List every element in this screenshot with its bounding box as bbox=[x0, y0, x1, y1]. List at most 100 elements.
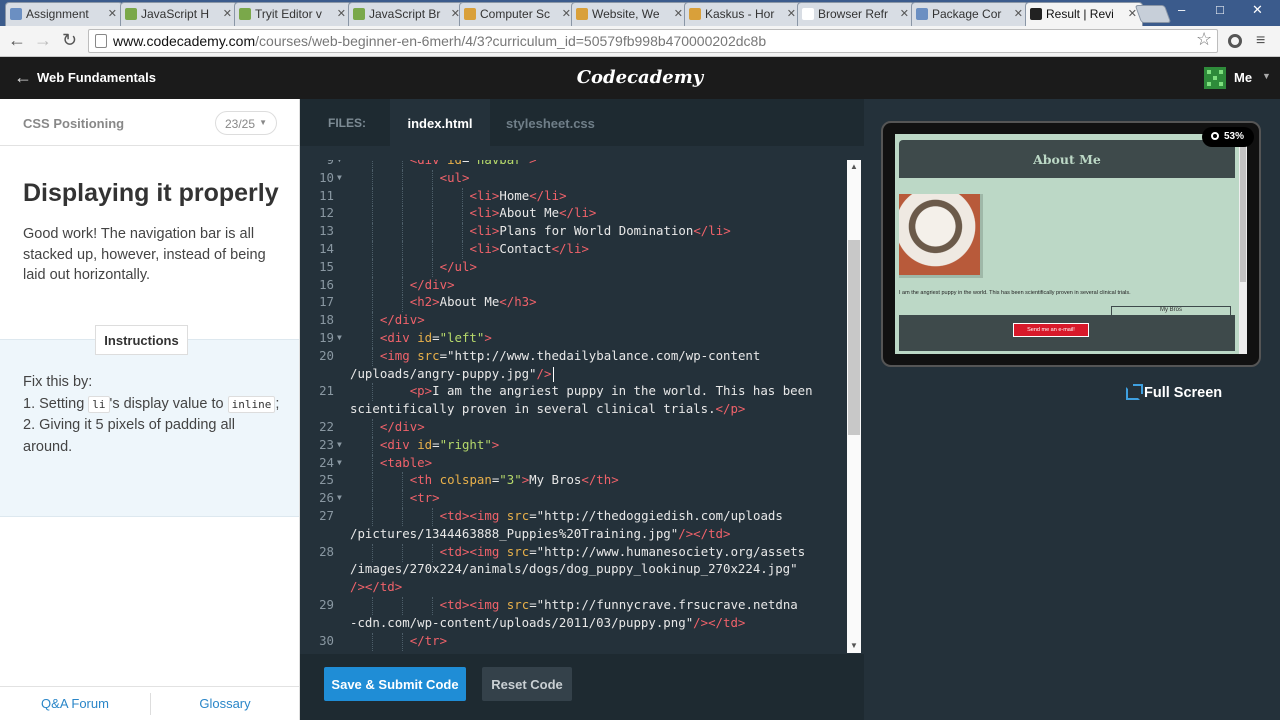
fold-arrow-icon[interactable]: ▼ bbox=[337, 493, 342, 502]
line-number: 21 bbox=[319, 383, 334, 399]
code-line[interactable]: 20 <img src="http://www.thedailybalance.c… bbox=[300, 347, 847, 366]
close-tab-icon[interactable]: ✕ bbox=[562, 7, 571, 20]
code-line[interactable]: scientifically proven in several clinica… bbox=[300, 401, 847, 419]
code-line[interactable]: 26 ▼ <tr> bbox=[300, 490, 847, 509]
browser-tab[interactable]: Browser Refr ✕ bbox=[797, 2, 915, 26]
fold-arrow-icon[interactable]: ▼ bbox=[337, 333, 342, 342]
close-tab-icon[interactable]: ✕ bbox=[108, 7, 117, 20]
close-window-icon[interactable]: ✕ bbox=[1252, 2, 1263, 18]
code-line[interactable]: 28 <td><img src="http://www.humanesociety… bbox=[300, 543, 847, 562]
code-line[interactable]: 12 <li>About Me</li> bbox=[300, 205, 847, 224]
new-tab-button[interactable] bbox=[1134, 5, 1172, 23]
fold-arrow-icon[interactable]: ▼ bbox=[337, 440, 342, 449]
browser-tab[interactable]: JavaScript Br ✕ bbox=[348, 2, 466, 26]
back-to-course-icon[interactable]: ← bbox=[14, 67, 32, 88]
code-text: <tr> bbox=[409, 490, 440, 506]
fold-arrow-icon[interactable]: ▼ bbox=[337, 173, 342, 182]
maximize-icon[interactable]: □ bbox=[1216, 2, 1224, 17]
code-line[interactable]: 25 <th colspan="3">My Bros</th> bbox=[300, 472, 847, 491]
chevron-down-icon[interactable]: ▼ bbox=[1262, 71, 1271, 81]
code-line[interactable]: 15 </ul> bbox=[300, 258, 847, 277]
browser-tab[interactable]: Tryit Editor v ✕ bbox=[234, 2, 352, 26]
fullscreen-icon[interactable] bbox=[1126, 384, 1143, 400]
code-line[interactable]: 11 <li>Home</li> bbox=[300, 187, 847, 206]
code-line[interactable]: /pictures/1344463888_Puppies%20Training.… bbox=[300, 526, 847, 544]
browser-tab[interactable]: JavaScript H ✕ bbox=[120, 2, 238, 26]
fullscreen-button[interactable]: Full Screen bbox=[1144, 385, 1222, 401]
tab-index-html[interactable]: index.html bbox=[390, 99, 490, 146]
browser-tab[interactable]: Computer Sc ✕ bbox=[459, 2, 577, 26]
close-tab-icon[interactable]: ✕ bbox=[787, 7, 796, 20]
scrollbar-thumb[interactable] bbox=[848, 240, 860, 435]
code-line[interactable]: 24 ▼ <table> bbox=[300, 454, 847, 473]
fold-arrow-icon[interactable]: ▼ bbox=[337, 160, 342, 164]
reload-icon[interactable]: ↻ bbox=[62, 30, 77, 50]
tab-favicon-icon bbox=[239, 8, 251, 20]
close-tab-icon[interactable]: ✕ bbox=[674, 7, 683, 20]
code-line[interactable]: 29 <td><img src="http://funnycrave.frsucr… bbox=[300, 597, 847, 615]
code-line[interactable]: 14 <li>Contact</li> bbox=[300, 241, 847, 259]
preview-screen[interactable]: About Me I am the angriest puppy in the … bbox=[895, 134, 1247, 354]
url-path: /courses/web-beginner-en-6merh/4/3?curri… bbox=[255, 33, 767, 49]
minimize-icon[interactable]: – bbox=[1178, 2, 1185, 17]
save-submit-button[interactable]: Save & Submit Code bbox=[324, 667, 466, 701]
code-line[interactable]: 17 <h2>About Me</h3> bbox=[300, 294, 847, 313]
user-name[interactable]: Me bbox=[1234, 70, 1252, 85]
line-number: 9 bbox=[300, 160, 334, 167]
code-line[interactable]: 21 <p>I am the angriest puppy in the wor… bbox=[300, 383, 847, 402]
inline-code: li bbox=[88, 395, 110, 413]
browser-tab[interactable]: Package Cor ✕ bbox=[911, 2, 1029, 26]
zoom-badge[interactable]: 53% bbox=[1202, 127, 1254, 147]
code-line[interactable]: 22 </div> bbox=[300, 419, 847, 437]
url-input[interactable]: www.codecademy.com/courses/web-beginner-… bbox=[88, 29, 1218, 53]
code-line[interactable]: 16 </div> bbox=[300, 276, 847, 295]
bookmark-star-icon[interactable]: ☆ bbox=[1196, 29, 1212, 50]
close-tab-icon[interactable]: ✕ bbox=[223, 7, 232, 20]
course-title[interactable]: Web Fundamentals bbox=[37, 70, 156, 85]
browser-tab[interactable]: Result | Revi ✕ bbox=[1025, 2, 1143, 26]
extension-icon[interactable] bbox=[1228, 34, 1242, 48]
preview-scrollbar[interactable] bbox=[1239, 134, 1247, 354]
code-text: <div id="navbar"> bbox=[410, 160, 537, 167]
tab-stylesheet-css[interactable]: stylesheet.css bbox=[506, 99, 595, 146]
code-line[interactable]: 9▼ <div id="navbar"> bbox=[300, 160, 847, 170]
forward-icon[interactable]: → bbox=[34, 30, 52, 50]
code-text: <li>Plans for World Domination</li> bbox=[469, 223, 731, 239]
glossary-link[interactable]: Glossary bbox=[150, 696, 300, 711]
back-icon[interactable]: ← bbox=[8, 30, 26, 50]
exercise-progress-dropdown[interactable]: 23/25 ▼ bbox=[215, 111, 277, 135]
line-number: 12 bbox=[319, 205, 334, 221]
browser-tab[interactable]: Website, We ✕ bbox=[571, 2, 689, 26]
send-email-button[interactable]: Send me an e-mail! bbox=[1013, 323, 1089, 337]
code-line[interactable]: /></td> bbox=[300, 579, 847, 597]
code-line[interactable]: 10 ▼ <ul> bbox=[300, 169, 847, 188]
scroll-down-icon[interactable]: ▼ bbox=[850, 641, 858, 650]
code-line[interactable]: -cdn.com/wp-content/uploads/2011/03/pupp… bbox=[300, 615, 847, 633]
close-tab-icon[interactable]: ✕ bbox=[337, 7, 346, 20]
avatar[interactable] bbox=[1204, 67, 1226, 89]
codecademy-header: ← Web Fundamentals Codecademy Me ▼ bbox=[0, 57, 1280, 99]
code-area[interactable]: 9▼<div id="navbar">10▼<ul>11<li>Home</li… bbox=[300, 160, 847, 652]
reset-code-button[interactable]: Reset Code bbox=[482, 667, 572, 701]
code-line[interactable]: 13 <li>Plans for World Domination</li> bbox=[300, 223, 847, 242]
code-line[interactable]: 30 </tr> bbox=[300, 632, 847, 651]
code-line[interactable]: 19 ▼ <div id="left"> bbox=[300, 330, 847, 348]
code-line[interactable]: 18 </div> bbox=[300, 312, 847, 331]
qa-forum-link[interactable]: Q&A Forum bbox=[0, 696, 150, 711]
scroll-up-icon[interactable]: ▲ bbox=[850, 162, 858, 171]
code-text: <th colspan="3">My Bros</th> bbox=[409, 472, 619, 488]
browser-menu-icon[interactable]: ≡ bbox=[1256, 32, 1265, 50]
codecademy-logo: Codecademy bbox=[576, 67, 704, 88]
code-line[interactable]: 23 ▼ <div id="right"> bbox=[300, 436, 847, 455]
code-line[interactable]: /images/270x224/animals/dogs/dog_puppy_l… bbox=[300, 561, 847, 579]
browser-tab[interactable]: Kaskus - Hor ✕ bbox=[684, 2, 802, 26]
editor-scrollbar[interactable]: ▲ ▼ bbox=[847, 160, 861, 653]
files-label: FILES: bbox=[328, 116, 366, 130]
browser-tab[interactable]: Assignment ✕ bbox=[5, 2, 123, 26]
fold-arrow-icon[interactable]: ▼ bbox=[337, 458, 342, 467]
code-line[interactable]: /uploads/angry-puppy.jpg"/> bbox=[300, 366, 847, 384]
tab-title: JavaScript H bbox=[141, 7, 210, 21]
close-tab-icon[interactable]: ✕ bbox=[900, 7, 909, 20]
code-line[interactable]: 27 <td><img src="http://thedoggiedish.com… bbox=[300, 508, 847, 526]
close-tab-icon[interactable]: ✕ bbox=[1014, 7, 1023, 20]
